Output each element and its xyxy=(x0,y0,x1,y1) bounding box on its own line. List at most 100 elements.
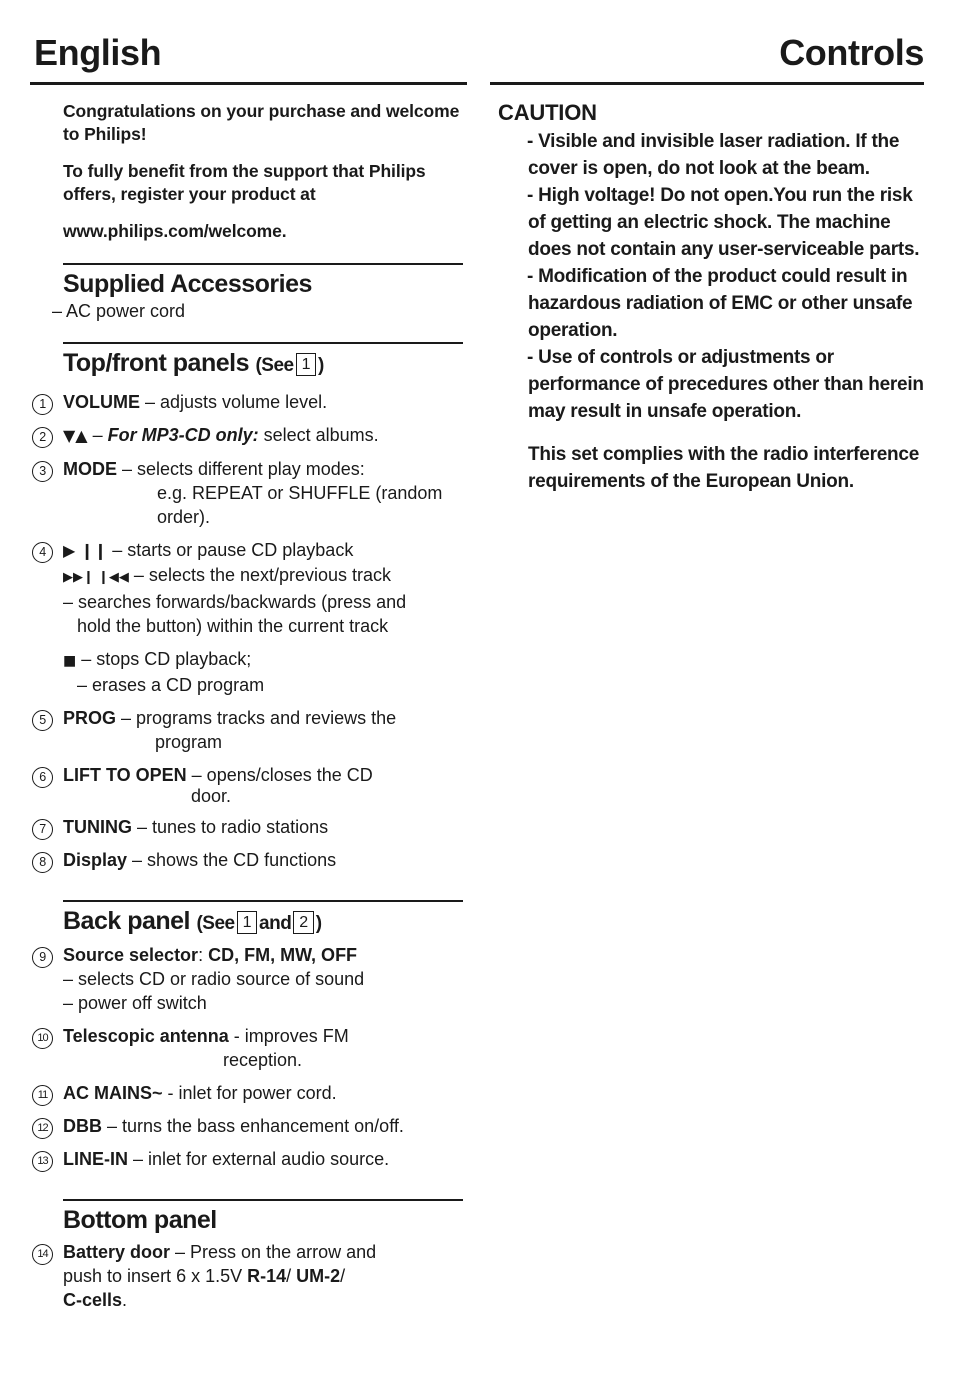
control-line-2: ▶▶❙ ❙◀◀ – selects the next/previous trac… xyxy=(63,563,470,590)
control-description: – inlet for external audio source. xyxy=(128,1149,390,1169)
item-number-circle: 10 xyxy=(32,1028,53,1049)
control-label: DBB xyxy=(63,1116,102,1136)
control-description: – turns the bass enhancement on/off. xyxy=(102,1116,404,1136)
section-back-panel: Back panel (See 1 and 2) 9 Source selector:… xyxy=(30,900,470,1172)
item-number-circle: 3 xyxy=(32,461,53,482)
intro-paragraph-url: www.philips.com/welcome. xyxy=(63,221,287,241)
control-item-3: 3 MODE – selects different play modes: e… xyxy=(30,457,470,529)
control-list-back-panel: 9 Source selector: CD, FM, MW, OFF – sel… xyxy=(30,943,470,1172)
item-number-circle: 4 xyxy=(32,542,53,563)
right-column: CAUTION - Visible and invisible laser ra… xyxy=(498,100,928,495)
battery-line-post: / xyxy=(340,1266,346,1286)
control-label: MODE xyxy=(63,459,117,479)
header-rule-left xyxy=(30,82,467,85)
control-emphasis: For MP3-CD only: xyxy=(107,425,259,445)
battery-line-pre: push to insert 6 x 1.5V xyxy=(63,1266,248,1286)
stop-icon: ■ xyxy=(63,653,77,669)
section-title-supplied-accessories: Supplied Accessories xyxy=(63,270,312,298)
see-and-label: and xyxy=(259,913,292,934)
control-label: Telescopic antenna xyxy=(63,1026,229,1046)
section-title-text: Back panel xyxy=(63,907,191,935)
item-number-circle: 14 xyxy=(32,1244,53,1265)
control-item-14: 14 Battery door – Press on the arrow and… xyxy=(30,1240,470,1312)
control-description: – shows the CD functions xyxy=(127,850,337,870)
control-separator: : xyxy=(198,945,209,965)
section-title-top-front-panels: Top/front panels (See 1) xyxy=(30,348,470,381)
control-item-4: 4 ▶ ❙❙ – starts or pause CD playback ▶▶❙… xyxy=(30,538,470,697)
battery-type-um2: UM-2 xyxy=(296,1266,341,1286)
item-number-circle: 5 xyxy=(32,710,53,731)
control-description: – Press on the arrow and xyxy=(170,1242,377,1262)
item-number-circle: 2 xyxy=(32,427,53,448)
section-title-text: Top/front panels xyxy=(63,349,249,377)
control-item-13: 13 LINE-IN – inlet for external audio so… xyxy=(30,1147,470,1172)
intro-paragraph-2: To fully benefit from the support that P… xyxy=(63,161,426,204)
item-number-circle: 6 xyxy=(32,767,53,788)
control-label: Battery door xyxy=(63,1242,171,1262)
battery-type-ccells: C-cells xyxy=(63,1290,123,1310)
control-line-3: C-cells. xyxy=(63,1288,470,1312)
section-title-back-panel: Back panel (See 1 and 2) xyxy=(30,906,470,939)
control-description: – opens/closes the CD xyxy=(186,765,373,785)
control-description: select albums. xyxy=(258,425,379,445)
caution-paragraph-2: - High voltage! Do not open.You run the … xyxy=(527,185,920,260)
control-line-3: – searches forwards/backwards (press and xyxy=(63,592,407,612)
section-top-front-panels: Top/front panels (See 1) 1 VOLUME – adjus… xyxy=(30,342,470,873)
caution-heading: CAUTION xyxy=(498,100,597,125)
item-number-circle: 12 xyxy=(32,1118,53,1139)
battery-type-r14: R-14 xyxy=(247,1266,287,1286)
compliance-note: This set complies with the radio interfe… xyxy=(528,444,920,492)
item-number-circle: 7 xyxy=(32,819,53,840)
control-label: Display xyxy=(63,850,128,870)
section-bottom-panel: Bottom panel 14 Battery door – Press on … xyxy=(30,1199,470,1312)
control-description: - improves FM xyxy=(228,1026,349,1046)
control-description-cont: order). xyxy=(157,507,211,527)
control-description: – selects different play modes: xyxy=(117,459,365,479)
control-line-2: push to insert 6 x 1.5V R-14/ UM-2/ xyxy=(63,1264,470,1288)
see-label: (See xyxy=(196,913,235,934)
control-line-5: ■ – stops CD playback; xyxy=(63,647,470,673)
control-description-cont: door. xyxy=(191,786,232,806)
battery-line-mid: / xyxy=(286,1266,297,1286)
control-description-cont: e.g. REPEAT or SHUFFLE (random xyxy=(157,483,443,503)
control-item-6: 6 LIFT TO OPEN – opens/closes the CD doo… xyxy=(30,763,470,806)
control-description: – programs tracks and reviews the xyxy=(116,708,397,728)
item-number-circle: 9 xyxy=(32,947,53,968)
figure-reference-box-1: 1 xyxy=(295,353,316,376)
control-description: – adjusts volume level. xyxy=(140,392,328,412)
control-description-cont: program xyxy=(155,732,223,752)
control-item-7: 7 TUNING – tunes to radio stations xyxy=(30,815,470,840)
control-item-5: 5 PROG – programs tracks and reviews the… xyxy=(30,706,470,754)
control-item-2: 2 ▼▲ – For MP3-CD only: select albums. xyxy=(30,423,470,448)
caution-body: - Visible and invisible laser radiation.… xyxy=(498,128,928,425)
control-line-2: – selects CD or radio source of sound xyxy=(63,969,365,989)
section-title-bottom-panel: Bottom panel xyxy=(63,1206,217,1234)
page-title-left: English xyxy=(34,32,162,73)
caution-paragraph-4: - Use of controls or adjustments or perf… xyxy=(527,347,924,422)
control-dash: – xyxy=(87,425,108,445)
section-rule xyxy=(63,342,463,344)
item-number-circle: 11 xyxy=(32,1085,53,1106)
control-line-5-text: – stops CD playback; xyxy=(76,649,252,669)
figure-reference-box-2: 2 xyxy=(293,911,314,934)
section-rule xyxy=(63,263,463,265)
control-label: AC MAINS~ xyxy=(63,1083,163,1103)
next-previous-track-icon: ▶▶❙ ❙◀◀ xyxy=(63,570,129,585)
section-supplied-accessories: Supplied Accessories – AC power cord xyxy=(30,263,470,322)
figure-reference-box-1: 1 xyxy=(236,911,258,934)
caution-paragraph-1: - Visible and invisible laser radiation.… xyxy=(527,131,900,179)
control-list-bottom-panel: 14 Battery door – Press on the arrow and… xyxy=(30,1240,470,1312)
see-close-paren: ) xyxy=(317,355,324,376)
control-label: LINE-IN xyxy=(63,1149,128,1169)
control-label: VOLUME xyxy=(63,392,141,412)
control-item-10: 10 Telescopic antenna - improves FM rece… xyxy=(30,1024,470,1072)
caution-paragraph-3: - Modification of the product could resu… xyxy=(527,266,913,341)
control-description: - inlet for power cord. xyxy=(162,1083,337,1103)
battery-line-3-post: . xyxy=(122,1290,128,1310)
page-title-right: Controls xyxy=(779,32,924,73)
supplied-accessory-item: – AC power cord xyxy=(52,301,186,321)
control-item-12: 12 DBB – turns the bass enhancement on/o… xyxy=(30,1114,470,1139)
control-item-8: 8 Display – shows the CD functions xyxy=(30,848,470,873)
item-number-circle: 1 xyxy=(32,394,53,415)
header-rule-right xyxy=(490,82,924,85)
